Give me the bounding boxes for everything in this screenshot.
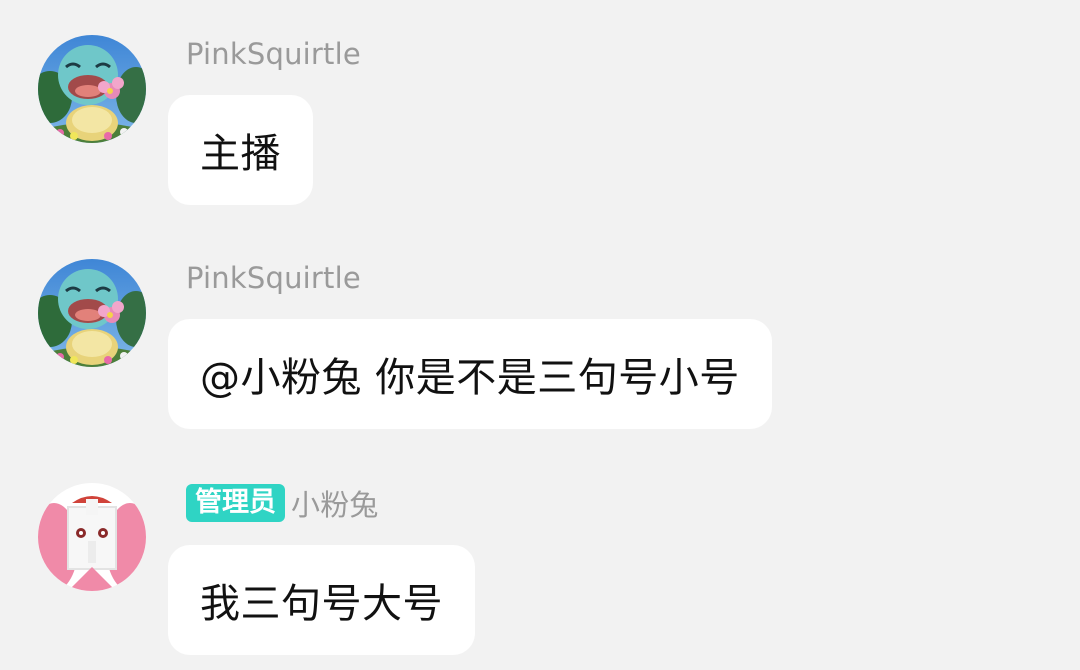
message-text: 主播 xyxy=(200,131,281,177)
squirtle-avatar-icon[interactable] xyxy=(38,35,146,143)
admin-badge: 管理员 xyxy=(186,484,285,522)
message-bubble[interactable]: @小粉兔 你是不是三句号小号 xyxy=(168,319,772,429)
username[interactable]: PinkSquirtle xyxy=(186,37,361,71)
username[interactable]: PinkSquirtle xyxy=(186,261,361,295)
username[interactable]: 小粉兔 xyxy=(291,482,379,524)
squirtle-avatar-icon[interactable] xyxy=(38,259,146,367)
message-bubble[interactable]: 我三句号大号 xyxy=(168,545,475,655)
message-text: 我三句号大号 xyxy=(200,581,443,627)
pink-rabbit-avatar-icon[interactable] xyxy=(38,483,146,591)
message-header: PinkSquirtle xyxy=(186,258,361,298)
message-bubble[interactable]: 主播 xyxy=(168,95,313,205)
message-header: PinkSquirtle xyxy=(186,34,361,74)
message-header: 管理员 小粉兔 xyxy=(186,483,379,523)
message-text: @小粉兔 你是不是三句号小号 xyxy=(200,355,740,401)
